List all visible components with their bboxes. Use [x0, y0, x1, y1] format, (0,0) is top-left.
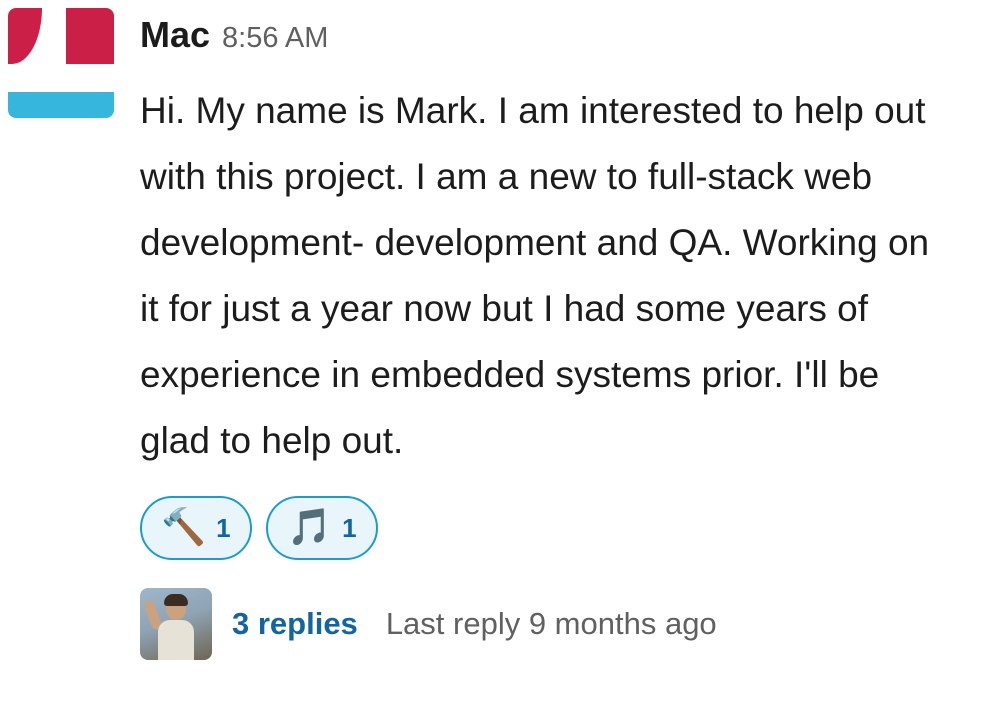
- reaction-count: 1: [216, 512, 231, 543]
- last-reply-text: Last reply 9 months ago: [385, 606, 717, 641]
- musical-note-icon: 🎵: [287, 507, 333, 548]
- reactions-bar: 🔨 1 🎵 1: [140, 496, 970, 560]
- avatar-shape: [8, 8, 42, 64]
- avatar-shape: [158, 620, 194, 660]
- message-content: Mac 8:56 AM Hi. My name is Mark. I am in…: [140, 14, 970, 660]
- avatar-shape: [8, 92, 114, 118]
- reply-avatar: [140, 588, 212, 660]
- sender-name[interactable]: Mac: [140, 14, 210, 56]
- sender-avatar[interactable]: [8, 8, 114, 118]
- reaction-count: 1: [342, 512, 357, 543]
- avatar-shape: [164, 594, 188, 606]
- thread-summary[interactable]: 3 replies Last reply 9 months ago: [140, 588, 970, 660]
- replies-link[interactable]: 3 replies: [232, 606, 358, 642]
- reaction-musical-note[interactable]: 🎵 1: [266, 496, 378, 560]
- avatar-shape: [66, 8, 114, 64]
- reaction-hammer[interactable]: 🔨 1: [140, 496, 252, 560]
- message-text: Hi. My name is Mark. I am interested to …: [140, 90, 930, 461]
- message-timestamp[interactable]: 8:56 AM: [222, 22, 328, 55]
- message: Mac 8:56 AM Hi. My name is Mark. I am in…: [0, 0, 992, 728]
- message-header: Mac 8:56 AM: [140, 14, 970, 62]
- hammer-icon: 🔨: [161, 507, 207, 548]
